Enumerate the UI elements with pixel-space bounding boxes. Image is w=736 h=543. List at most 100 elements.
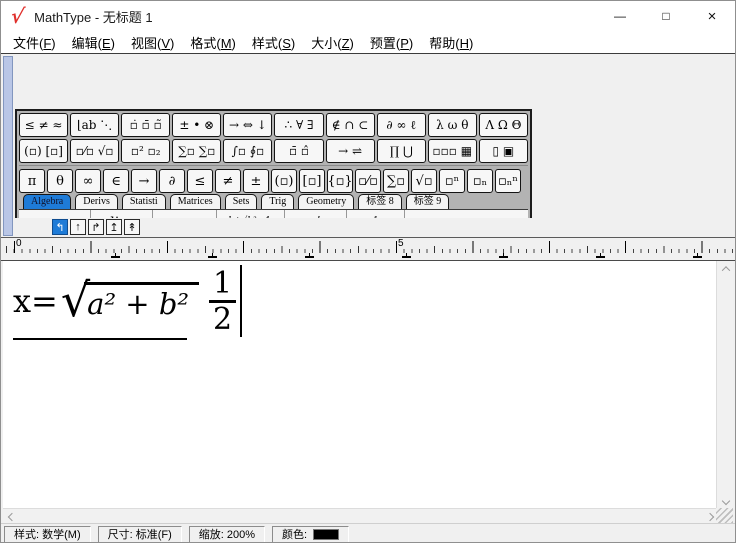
quick-symbol-button-6[interactable]: ∂	[159, 169, 185, 193]
status-size: 尺寸: 标准(F)	[97, 525, 182, 542]
quick-symbol-button-2[interactable]: θ	[47, 169, 73, 193]
menu-item-z[interactable]: 大小(Z)	[303, 33, 362, 52]
quick-symbol-button-10[interactable]: (▫)	[271, 169, 297, 193]
close-button[interactable]: ×	[689, 1, 735, 31]
toolbar-drag-handle[interactable]	[3, 56, 13, 236]
menu-item-v[interactable]: 视图(V)	[123, 33, 182, 52]
tab-trig[interactable]: Trig	[261, 194, 295, 209]
menu-item-e[interactable]: 编辑(E)	[64, 33, 123, 52]
palette-embellishments[interactable]: ▫̇ ▫̄ ▫̃	[121, 113, 171, 137]
palette-operator-symbols[interactable]: ± • ⊗	[172, 113, 222, 137]
palette-relational-symbols[interactable]: ≤ ≠ ≈	[19, 113, 69, 137]
insert-style-button-3[interactable]: ↱	[88, 219, 104, 235]
chevron-right-icon	[705, 512, 714, 521]
palette-greek-lowercase[interactable]: λ ω θ	[427, 113, 477, 137]
ruler-label-5: 5	[398, 238, 404, 249]
mathtype-logo-icon: √	[8, 4, 27, 28]
quick-symbol-button-12[interactable]: {▫}	[327, 169, 353, 193]
insert-style-button-5[interactable]: ↟	[124, 219, 140, 235]
scroll-up-button[interactable]	[717, 261, 734, 276]
quick-symbol-button-13[interactable]: ▫⁄▫	[355, 169, 381, 193]
chevron-left-icon	[7, 512, 16, 521]
resize-grip-icon[interactable]	[716, 508, 733, 523]
tab-stop-marker[interactable]	[693, 253, 702, 258]
tab-algebra[interactable]: Algebra	[23, 194, 72, 209]
menu-item-m[interactable]: 格式(M)	[182, 33, 244, 52]
tab-custom-8[interactable]: 标签 8	[358, 194, 402, 209]
quick-symbol-button-7[interactable]: ≤	[187, 169, 213, 193]
palette-fraction-radical-templates[interactable]: ▫⁄▫ √▫	[70, 139, 120, 163]
tab-custom-9[interactable]: 标签 9	[405, 194, 450, 209]
insert-style-button-1[interactable]: ↰	[52, 219, 68, 235]
tab-stop-marker[interactable]	[499, 253, 508, 258]
quick-symbol-button-17[interactable]: ▫ₙ	[467, 169, 493, 193]
menu-item-f[interactable]: 文件(F)	[5, 33, 64, 52]
tab-derivs[interactable]: Derivs	[75, 194, 118, 209]
quick-symbol-button-11[interactable]: [▫]	[299, 169, 325, 193]
horizontal-scrollbar[interactable]	[3, 508, 718, 523]
radicand: a² + b²	[84, 282, 200, 321]
template-palette-row-2: (▫) [▫] ▫⁄▫ √▫ ▫² ▫₂ ∑▫ ∑▫ ∫▫ ∮▫ ▫̄ ▫̂ → ⇌ ∏ ⋃ ▫…	[19, 139, 528, 163]
statusbar: 样式: 数学(M) 尺寸: 标准(F) 缩放: 200% 颜色:	[1, 523, 735, 542]
palette-summation-templates[interactable]: ∑▫ ∑▫	[172, 139, 222, 163]
quick-symbol-bar: π θ ∞ ∈ → ∂ ≤ ≠ ± (▫) [▫] {▫} ▫⁄▫ ∑▫ √▫ ▫ⁿ ▫ₙ ▫ₙⁿ	[19, 169, 528, 193]
palette-box-templates[interactable]: ▯ ▣	[478, 139, 528, 163]
quick-symbol-button-3[interactable]: ∞	[75, 169, 101, 193]
vertical-scrollbar[interactable]	[716, 261, 733, 508]
menu-item-p[interactable]: 预置(P)	[362, 33, 421, 52]
symbol-palette-row-1: ≤ ≠ ≈ ⌊ab ⋱ ▫̇ ▫̄ ▫̃ ± • ⊗ → ⇔ ↓ ∴ ∀ ∃ ∉ ∩ ⊂ ∂ …	[19, 113, 528, 137]
palette-arrow-symbols[interactable]: → ⇔ ↓	[223, 113, 273, 137]
toolbar-zone: ≤ ≠ ≈ ⌊ab ⋱ ▫̇ ▫̄ ▫̃ ± • ⊗ → ⇔ ↓ ∴ ∀ ∃ ∉ ∩ ⊂ ∂ …	[1, 53, 735, 272]
scroll-left-button[interactable]	[3, 509, 20, 524]
quick-symbol-button-4[interactable]: ∈	[103, 169, 129, 193]
palette-labeled-arrow-templates[interactable]: → ⇌	[325, 139, 375, 163]
palette-product-union-templates[interactable]: ∏ ⋃	[376, 139, 426, 163]
palette-integral-templates[interactable]: ∫▫ ∮▫	[223, 139, 273, 163]
window-controls: — □ ×	[597, 1, 735, 31]
equation: x= √ a² + b² 1 2	[13, 264, 243, 338]
insertion-style-bar: ↰ ↑ ↱ ↥ ↟	[1, 218, 735, 237]
palette-set-theory-symbols[interactable]: ∉ ∩ ⊂	[325, 113, 375, 137]
tab-sets[interactable]: Sets	[224, 194, 258, 209]
tab-matrices[interactable]: Matrices	[169, 194, 221, 209]
quick-symbol-button-14[interactable]: ∑▫	[383, 169, 409, 193]
minimize-button[interactable]: —	[597, 1, 643, 31]
quick-symbol-button-16[interactable]: ▫ⁿ	[439, 169, 465, 193]
tab-stop-marker[interactable]	[208, 253, 217, 258]
palette-matrix-templates[interactable]: ▫▫▫ ▦	[427, 139, 477, 163]
scroll-down-button[interactable]	[717, 493, 734, 508]
tab-stop-marker[interactable]	[305, 253, 314, 258]
palette-greek-uppercase[interactable]: Λ Ω Θ	[478, 113, 528, 137]
ruler: 05	[1, 237, 735, 253]
quick-symbol-button-9[interactable]: ±	[243, 169, 269, 193]
status-style: 样式: 数学(M)	[4, 525, 91, 542]
tab-geometry[interactable]: Geometry	[298, 194, 355, 209]
mathtype-window: √ MathType - 无标题 1 — □ × 文件(F) 编辑(E) 视图(V)…	[0, 0, 736, 543]
quick-symbol-button-18[interactable]: ▫ₙⁿ	[495, 169, 521, 193]
text-cursor	[240, 265, 243, 337]
equation-editing-area[interactable]: x= √ a² + b² 1 2	[3, 261, 718, 508]
palette-fence-templates[interactable]: (▫) [▫]	[19, 139, 69, 163]
tab-stop-marker[interactable]	[111, 253, 120, 258]
palette-bar-arrow-templates[interactable]: ▫̄ ▫̂	[274, 139, 324, 163]
maximize-button[interactable]: □	[643, 1, 689, 31]
quick-symbol-button-8[interactable]: ≠	[215, 169, 241, 193]
insert-style-button-4[interactable]: ↥	[106, 219, 122, 235]
insert-style-button-2[interactable]: ↑	[70, 219, 86, 235]
ruler-label-0: 0	[16, 238, 22, 249]
palette-logic-symbols[interactable]: ∴ ∀ ∃	[274, 113, 324, 137]
quick-symbol-button-5[interactable]: →	[131, 169, 157, 193]
palette-misc-symbols[interactable]: ∂ ∞ ℓ	[376, 113, 426, 137]
tab-statistics[interactable]: Statisti	[121, 194, 166, 209]
insertion-underline	[13, 338, 187, 340]
menu-item-h[interactable]: 帮助(H)	[421, 33, 481, 52]
chevron-up-icon	[721, 265, 730, 275]
status-color-label: 颜色:	[282, 529, 308, 541]
quick-symbol-button-15[interactable]: √▫	[411, 169, 437, 193]
palette-spacing-ellipses[interactable]: ⌊ab ⋱	[70, 113, 120, 137]
palette-script-templates[interactable]: ▫² ▫₂	[121, 139, 171, 163]
menu-item-s[interactable]: 样式(S)	[244, 33, 303, 52]
tab-stop-marker[interactable]	[596, 253, 605, 258]
quick-symbol-button-1[interactable]: π	[19, 169, 45, 193]
tab-stop-marker[interactable]	[402, 253, 411, 258]
